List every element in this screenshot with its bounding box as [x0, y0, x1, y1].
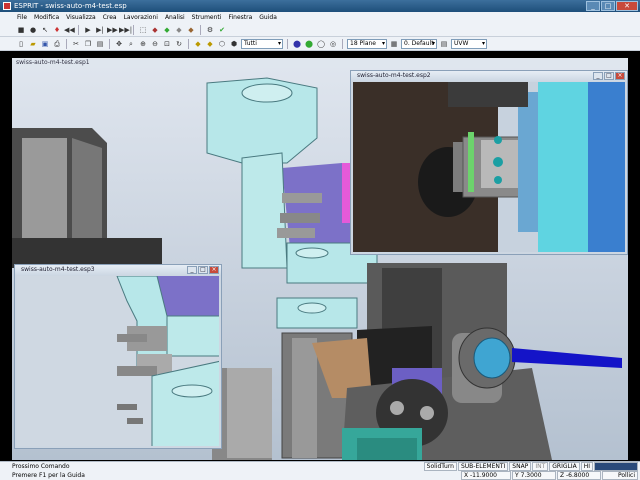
cut-icon[interactable]: ✂: [71, 39, 81, 49]
stop-icon[interactable]: ■: [16, 25, 26, 35]
toolbar-separator: [342, 38, 343, 49]
save-icon[interactable]: ▣: [40, 39, 50, 49]
mark-icon[interactable]: ◆: [193, 39, 203, 49]
close-button[interactable]: ×: [615, 72, 625, 80]
status-bar-top: Prossimo Comando SolidTurn SUB-ELEMENTI …: [0, 461, 640, 471]
wireframe-icon[interactable]: ◯: [316, 39, 326, 49]
zoom-in-icon[interactable]: ⊕: [138, 39, 148, 49]
layer-icon[interactable]: ◆: [205, 39, 215, 49]
tool-icon[interactable]: ♦: [52, 25, 62, 35]
feature-icon[interactable]: ⬡: [217, 39, 227, 49]
coordinate-select[interactable]: UVW: [451, 38, 487, 49]
toolbar-secondary: ▯ ▰ ▣ ⎙ ✂ ❐ ▤ ✥ ⌕ ⊕ ⊖ ⊡ ↻ ◆ ◆ ⬡ ⬢ Tutti …: [0, 37, 640, 51]
print-icon[interactable]: ⎙: [52, 39, 62, 49]
units-indicator: Pollici: [602, 471, 638, 480]
int-toggle[interactable]: INT: [532, 462, 549, 471]
toolbar-separator: [109, 38, 110, 49]
view-window-3: swiss-auto-m4-test.esp3 _ □ ×: [14, 264, 222, 449]
pointer-icon[interactable]: ↖: [40, 25, 50, 35]
menu-modifica[interactable]: Modifica: [33, 14, 60, 21]
y-coordinate: Y 7.3000: [512, 471, 556, 480]
zoom-icon[interactable]: ⌕: [126, 39, 136, 49]
zoom-out-icon[interactable]: ⊖: [150, 39, 160, 49]
sub-elements-toggle[interactable]: SUB-ELEMENTI: [457, 462, 509, 471]
view-window-2-title: swiss-auto-m4-test.esp2 _ □ ×: [351, 71, 627, 81]
select-icon[interactable]: ⬚: [138, 25, 148, 35]
menu-strumenti[interactable]: Strumenti: [191, 14, 223, 21]
play-icon[interactable]: ▶: [83, 25, 93, 35]
step-back-icon[interactable]: ◀◀: [64, 25, 75, 35]
rotate-icon[interactable]: ↻: [174, 39, 184, 49]
menu-bar: File Modifica Visualizza Crea Lavorazion…: [0, 12, 640, 23]
fixture-icon[interactable]: ◆: [186, 25, 196, 35]
toolbar-separator: [200, 24, 201, 35]
help-hint: Premere F1 per la Guida: [12, 472, 85, 479]
pan-icon[interactable]: ✥: [114, 39, 124, 49]
open-folder-icon[interactable]: ▰: [28, 39, 38, 49]
fast-forward-icon[interactable]: ▶▶: [107, 25, 118, 35]
toolbar-separator: [287, 38, 288, 49]
layer-props-icon[interactable]: ▤: [439, 39, 449, 49]
view-window-3-title-text: swiss-auto-m4-test.esp3: [21, 266, 95, 273]
workspace: swiss-auto-m4-test.esp1 swiss-auto-m4-te…: [12, 58, 628, 460]
z-coordinate: Z -6.8000: [557, 471, 601, 480]
stock-icon[interactable]: ◆: [174, 25, 184, 35]
toolbar-separator: [188, 38, 189, 49]
grid-toggle[interactable]: GRIGLIA: [549, 462, 580, 471]
plane-select[interactable]: 18 Plane: [347, 38, 387, 49]
snap-toggle[interactable]: SNAP: [509, 462, 532, 471]
solid-icon[interactable]: ⬤: [304, 39, 314, 49]
view-window-2-viewport[interactable]: [353, 82, 625, 252]
close-button[interactable]: ×: [209, 266, 219, 274]
new-file-icon[interactable]: ▯: [16, 39, 26, 49]
view-window-3-viewport[interactable]: [17, 276, 219, 446]
toolbar-separator: [78, 24, 79, 35]
toolbar-primary: ■ ● ↖ ♦ ◀◀ ▶ ▶| ▶▶ ▶▶| ⬚ ◆ ◆ ◆ ◆ ⚙ ✔: [0, 23, 640, 37]
minimize-button[interactable]: _: [593, 72, 603, 80]
menu-analisi[interactable]: Analisi: [164, 14, 186, 21]
plane-icon[interactable]: ▦: [389, 39, 399, 49]
settings-icon[interactable]: ⚙: [205, 25, 215, 35]
component-icon[interactable]: ◆: [150, 25, 160, 35]
toolbar-separator: [66, 38, 67, 49]
menu-finestra[interactable]: Finestra: [227, 14, 253, 21]
toolbar-separator: [133, 24, 134, 35]
last-icon[interactable]: ▶▶|: [119, 25, 132, 35]
menu-file[interactable]: File: [16, 14, 28, 21]
view-window-2-title-text: swiss-auto-m4-test.esp2: [357, 72, 431, 79]
maximize-button[interactable]: □: [604, 72, 614, 80]
maximize-button[interactable]: □: [601, 1, 615, 11]
view-icon[interactable]: ◎: [328, 39, 338, 49]
filter-select[interactable]: Tutti: [241, 38, 283, 49]
layer-select[interactable]: 0. Default: [401, 38, 437, 49]
check-icon[interactable]: ✔: [217, 25, 227, 35]
step-forward-icon[interactable]: ▶|: [95, 25, 105, 35]
menu-guida[interactable]: Guida: [258, 14, 278, 21]
group-icon[interactable]: ⬢: [229, 39, 239, 49]
maximize-button[interactable]: □: [198, 266, 208, 274]
menu-crea[interactable]: Crea: [102, 14, 118, 21]
record-icon[interactable]: ●: [28, 25, 38, 35]
zoom-window-icon[interactable]: ⊡: [162, 39, 172, 49]
minimize-button[interactable]: _: [187, 266, 197, 274]
hi-toggle[interactable]: HI: [580, 462, 593, 471]
x-coordinate: X -11.9000: [461, 471, 511, 480]
shaded-icon[interactable]: ⬤: [292, 39, 302, 49]
status-bar-bottom: Premere F1 per la Guida X -11.9000 Y 7.3…: [0, 471, 640, 480]
menu-visualizza[interactable]: Visualizza: [65, 14, 97, 21]
app-icon: [3, 2, 11, 10]
view-window-3-title: swiss-auto-m4-test.esp3 _ □ ×: [15, 265, 221, 275]
paste-icon[interactable]: ▤: [95, 39, 105, 49]
copy-icon[interactable]: ❐: [83, 39, 93, 49]
close-button[interactable]: ✕: [616, 1, 638, 11]
part-icon[interactable]: ◆: [162, 25, 172, 35]
window-title: ESPRIT - swiss-auto-m4-test.esp: [14, 2, 127, 10]
main-view-title: swiss-auto-m4-test.esp1: [12, 58, 628, 68]
minimize-button[interactable]: _: [586, 1, 600, 11]
view-window-2: swiss-auto-m4-test.esp2 _ □ ×: [350, 70, 628, 255]
mode-indicator: SolidTurn: [423, 462, 457, 471]
progress-indicator: [594, 462, 638, 471]
title-bar: ESPRIT - swiss-auto-m4-test.esp _ □ ✕: [0, 0, 640, 12]
menu-lavorazioni[interactable]: Lavorazioni: [123, 14, 159, 21]
